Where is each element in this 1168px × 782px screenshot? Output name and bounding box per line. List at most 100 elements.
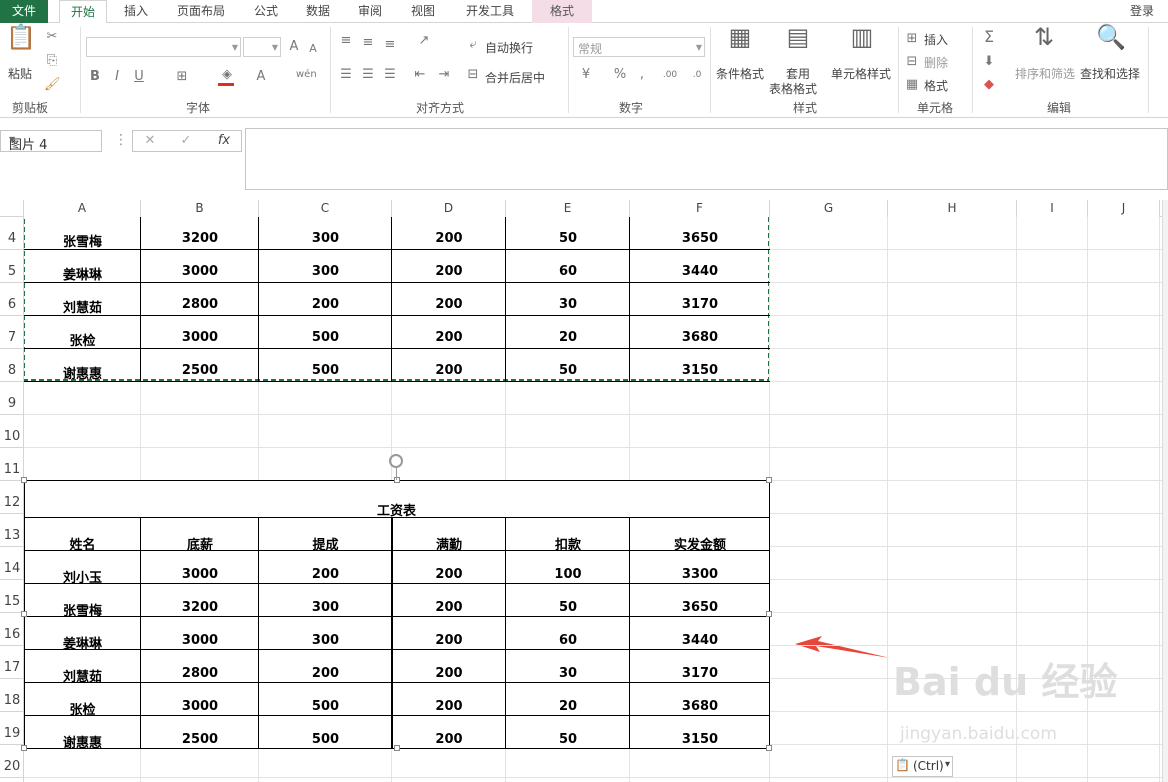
tab-file[interactable]: 文件: [0, 0, 48, 23]
merge-center-button[interactable]: 合并后居中: [485, 69, 545, 86]
column-header-j[interactable]: J: [1088, 200, 1160, 217]
picture-title[interactable]: 工资表: [24, 500, 769, 519]
row-header-15[interactable]: 15: [0, 580, 24, 613]
picture-cell[interactable]: 200: [392, 633, 506, 648]
row-header-14[interactable]: 14: [0, 547, 24, 580]
cell-styles-button[interactable]: 单元格样式: [831, 65, 891, 82]
cell-value[interactable]: 姜琳琳: [24, 264, 141, 283]
tab-home[interactable]: 开始: [59, 0, 107, 24]
row-header-7[interactable]: 7: [0, 316, 24, 349]
tab-formulas[interactable]: 公式: [244, 0, 288, 23]
picture-cell[interactable]: 200: [259, 666, 392, 681]
italic-icon[interactable]: I: [110, 69, 124, 85]
picture-cell[interactable]: 刘小玉: [24, 567, 141, 586]
align-middle-icon[interactable]: ≡: [360, 35, 376, 51]
cancel-icon[interactable]: ✕: [143, 133, 157, 149]
row-header-5[interactable]: 5: [0, 250, 24, 283]
worksheet[interactable]: A B C D E F G H I J 4 5 6 7 8 9 10 11 12 13 14 15 16 17 18 19 20 张雪…: [0, 200, 1168, 782]
orientation-icon[interactable]: ↗: [414, 33, 434, 49]
picture-header-cell[interactable]: 提成: [259, 534, 392, 553]
delete-cells-icon[interactable]: ⊟: [904, 54, 920, 70]
row-header-18[interactable]: 18: [0, 679, 24, 712]
insert-function-icon[interactable]: fx: [215, 133, 233, 149]
font-color-icon[interactable]: A: [254, 69, 268, 85]
cell-value[interactable]: 3000: [141, 330, 259, 345]
rotate-handle-icon[interactable]: [389, 454, 403, 468]
picture-cell[interactable]: 3150: [630, 732, 770, 747]
decrease-decimal-icon[interactable]: .0: [688, 67, 706, 83]
picture-cell[interactable]: 姜琳琳: [24, 633, 141, 652]
cell-value[interactable]: 200: [392, 330, 506, 345]
picture-cell[interactable]: 200: [392, 699, 506, 714]
row-header-12[interactable]: 12: [0, 481, 24, 514]
cell-value[interactable]: 3680: [630, 330, 770, 345]
cell-value[interactable]: 张雪梅: [24, 231, 141, 250]
picture-cell[interactable]: 60: [506, 633, 630, 648]
cell-value[interactable]: 张检: [24, 330, 141, 349]
cell-value[interactable]: 3170: [630, 297, 770, 312]
row-header-6[interactable]: 6: [0, 283, 24, 316]
merge-center-icon[interactable]: ⊟: [466, 67, 480, 83]
picture-cell[interactable]: 300: [259, 633, 392, 648]
picture-cell[interactable]: 50: [506, 732, 630, 747]
insert-cells-icon[interactable]: ⊞: [904, 31, 920, 47]
picture-cell[interactable]: 3000: [141, 567, 259, 582]
cell-value[interactable]: 3200: [141, 231, 259, 246]
conditional-format-button[interactable]: 条件格式: [716, 65, 764, 82]
cell-value[interactable]: 200: [392, 231, 506, 246]
align-left-icon[interactable]: ☰: [338, 67, 354, 83]
increase-indent-icon[interactable]: ⇥: [436, 67, 452, 83]
resize-handle[interactable]: [766, 611, 772, 617]
picture-cell[interactable]: 20: [506, 699, 630, 714]
font-size-combo[interactable]: ▼: [243, 37, 281, 57]
cell-value[interactable]: 200: [259, 297, 392, 312]
picture-cell[interactable]: 500: [259, 699, 392, 714]
bold-icon[interactable]: B: [88, 69, 102, 85]
sort-filter-icon[interactable]: ⇅: [1030, 25, 1058, 49]
picture-cell[interactable]: 3440: [630, 633, 770, 648]
number-format-combo[interactable]: 常规 ▼: [573, 37, 705, 57]
percent-icon[interactable]: %: [612, 67, 628, 83]
column-header-e[interactable]: E: [506, 200, 630, 217]
paste-options-button[interactable]: 📋 (Ctrl) ▾: [892, 756, 953, 777]
picture-cell[interactable]: 200: [392, 732, 506, 747]
row-header-9[interactable]: 9: [0, 382, 24, 415]
picture-cell[interactable]: 2800: [141, 666, 259, 681]
picture-cell[interactable]: 刘慧茹: [24, 666, 141, 685]
picture-cell[interactable]: 3000: [141, 699, 259, 714]
copy-icon[interactable]: ⎘: [44, 53, 60, 69]
column-header-d[interactable]: D: [392, 200, 506, 217]
picture-cell[interactable]: 200: [392, 666, 506, 681]
select-all-corner[interactable]: [0, 200, 24, 217]
column-header-g[interactable]: G: [770, 200, 888, 217]
clear-icon[interactable]: ◆: [980, 77, 998, 93]
vertical-scrollbar[interactable]: [1162, 200, 1168, 782]
picture-cell[interactable]: 3680: [630, 699, 770, 714]
picture-cell[interactable]: 3300: [630, 567, 770, 582]
format-cells-button[interactable]: 格式: [924, 77, 948, 94]
align-right-icon[interactable]: ☰: [382, 67, 398, 83]
format-cells-icon[interactable]: ▦: [904, 77, 920, 93]
fill-color-icon[interactable]: ◈: [218, 67, 236, 83]
row-header-4[interactable]: 4: [0, 217, 24, 250]
grow-font-icon[interactable]: A: [287, 39, 301, 55]
picture-cell[interactable]: 500: [259, 732, 392, 747]
cell-value[interactable]: 200: [392, 264, 506, 279]
picture-header-cell[interactable]: 姓名: [24, 534, 141, 553]
name-box[interactable]: 图片 4 ▼: [0, 130, 102, 153]
sort-filter-button[interactable]: 排序和筛选: [1015, 65, 1075, 82]
enter-icon[interactable]: ✓: [179, 133, 193, 149]
resize-handle[interactable]: [21, 611, 27, 617]
row-header-16[interactable]: 16: [0, 613, 24, 646]
cell-value[interactable]: 300: [259, 264, 392, 279]
picture-cell[interactable]: 200: [392, 600, 506, 615]
phonetic-icon[interactable]: wén: [296, 67, 317, 83]
cell-value[interactable]: 3440: [630, 264, 770, 279]
autosum-icon[interactable]: Σ: [980, 29, 998, 45]
underline-icon[interactable]: U: [132, 69, 146, 85]
delete-cells-button[interactable]: 删除: [924, 54, 948, 71]
picture-cell[interactable]: 3000: [141, 633, 259, 648]
find-select-icon[interactable]: 🔍: [1096, 25, 1126, 49]
cell-value[interactable]: 刘慧茹: [24, 297, 141, 316]
row-header-13[interactable]: 13: [0, 514, 24, 547]
